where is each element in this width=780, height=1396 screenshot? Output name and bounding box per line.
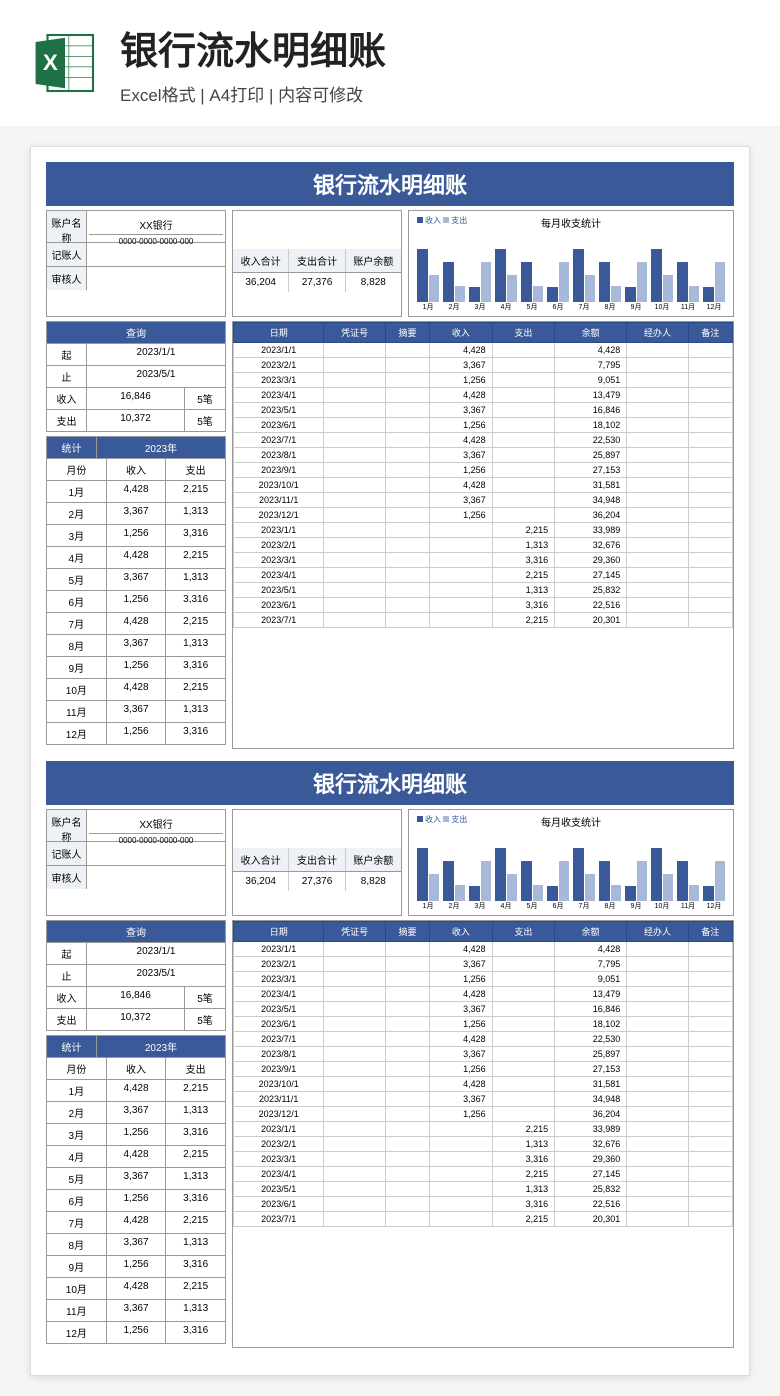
ledger-table: 日期凭证号摘要收入支出余额经办人备注2023/1/14,4284,4282023… bbox=[232, 321, 734, 749]
svg-text:X: X bbox=[43, 50, 58, 75]
ledger-sheet: 银行流水明细账 账户名称XX银行0000-0000-0000-000 记账人 审… bbox=[46, 761, 734, 1348]
query-panel: 查询 起2023/1/1 止2023/5/1 收入16,8465笔 支出10,3… bbox=[46, 321, 226, 432]
monthly-chart: 收入 支出 每月收支统计 1月2月3月4月5月6月7月8月9月10月11月12月 bbox=[408, 809, 734, 916]
sheet-title: 银行流水明细账 bbox=[46, 761, 734, 805]
ledger-table: 日期凭证号摘要收入支出余额经办人备注2023/1/14,4284,4282023… bbox=[232, 920, 734, 1348]
totals: 收入合计支出合计账户余额 36,20427,3768,828 bbox=[232, 210, 402, 317]
account-info: 账户名称XX银行0000-0000-0000-000 记账人 审核人 bbox=[46, 210, 226, 317]
totals: 收入合计支出合计账户余额 36,20427,3768,828 bbox=[232, 809, 402, 916]
page-title: 银行流水明细账 bbox=[120, 20, 386, 75]
stats-panel: 统计2023年 月份收入支出 1月4,4282,2152月3,3671,3133… bbox=[46, 1035, 226, 1344]
query-panel: 查询 起2023/1/1 止2023/5/1 收入16,8465笔 支出10,3… bbox=[46, 920, 226, 1031]
account-info: 账户名称XX银行0000-0000-0000-000 记账人 审核人 bbox=[46, 809, 226, 916]
monthly-chart: 收入 支出 每月收支统计 1月2月3月4月5月6月7月8月9月10月11月12月 bbox=[408, 210, 734, 317]
page-header: X 银行流水明细账 Excel格式 | A4打印 | 内容可修改 bbox=[0, 0, 780, 126]
ledger-sheet: 银行流水明细账 账户名称XX银行0000-0000-0000-000 记账人 审… bbox=[46, 162, 734, 749]
document-page: 银行流水明细账 账户名称XX银行0000-0000-0000-000 记账人 审… bbox=[30, 146, 750, 1376]
stats-panel: 统计2023年 月份收入支出 1月4,4282,2152月3,3671,3133… bbox=[46, 436, 226, 745]
excel-icon: X bbox=[30, 28, 100, 98]
page-subtitle: Excel格式 | A4打印 | 内容可修改 bbox=[120, 81, 386, 106]
title-block: 银行流水明细账 Excel格式 | A4打印 | 内容可修改 bbox=[120, 20, 386, 106]
sheet-title: 银行流水明细账 bbox=[46, 162, 734, 206]
